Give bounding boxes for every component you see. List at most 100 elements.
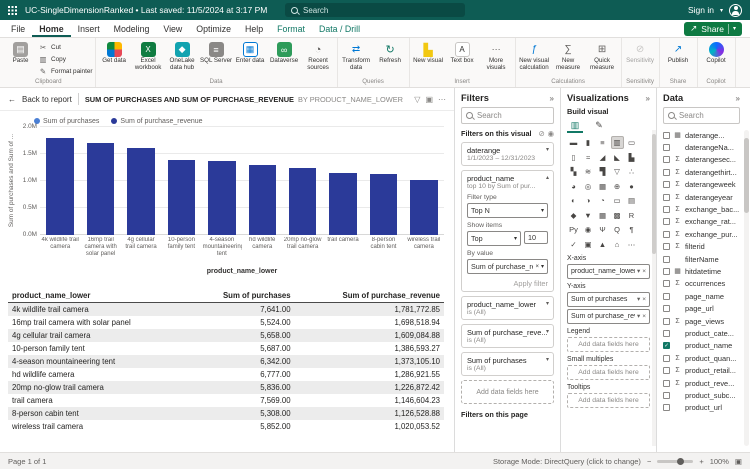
eye-icon[interactable]: ◉ <box>548 129 554 138</box>
matrix-icon[interactable]: ▩ <box>611 209 624 222</box>
ribbon-button-cut[interactable]: ✂ Cut <box>38 42 93 52</box>
column-header[interactable]: Sum of purchase_revenue <box>294 289 444 303</box>
field-item-exchange-rat[interactable]: Σexchange_rat... <box>663 216 740 228</box>
multi-row-card-icon[interactable]: ▤ <box>625 194 638 207</box>
field-checkbox[interactable] <box>663 367 670 375</box>
menu-tab-data-drill[interactable]: Data / Drill <box>312 20 367 37</box>
small-multiples-drop-zone[interactable]: Add data fields here <box>567 364 650 380</box>
field-checkbox[interactable] <box>663 181 670 189</box>
menu-tab-modeling[interactable]: Modeling <box>107 20 157 37</box>
y-axis-field-pill[interactable]: Sum of purchase_reve... ▾ × <box>567 308 650 324</box>
field-item-daterangethirt[interactable]: Σdaterangethirt... <box>663 166 740 178</box>
bar[interactable] <box>410 179 438 235</box>
field-item-filterid[interactable]: Σfilterid <box>663 241 740 253</box>
ribbon-button-text-box[interactable]: A Text box <box>446 40 479 65</box>
area-chart-icon[interactable]: ◢ <box>596 151 609 164</box>
close-icon[interactable]: × <box>642 268 646 275</box>
field-checkbox[interactable]: ✓ <box>663 342 670 350</box>
close-icon[interactable]: × <box>535 264 539 270</box>
field-checkbox[interactable] <box>663 329 670 337</box>
column-chart-visual[interactable]: Sum of purchases Sum of purchase_revenue … <box>0 111 454 287</box>
field-checkbox[interactable] <box>663 168 670 176</box>
collapse-filters-icon[interactable]: » <box>550 94 554 103</box>
power-apps-icon[interactable]: ⌂ <box>611 238 624 251</box>
zoom-in-icon[interactable]: + <box>699 457 703 466</box>
account-avatar-icon[interactable] <box>729 3 742 17</box>
table-row[interactable]: 4g cellular trail camera 5,658.00 1,609,08… <box>8 329 444 342</box>
x-axis-field-pill[interactable]: product_name_lower ▾ × <box>567 263 650 279</box>
field-item-occurrences[interactable]: Σoccurrences <box>663 278 740 290</box>
r-script-visual-icon[interactable]: R <box>625 209 638 222</box>
field-checkbox[interactable] <box>663 305 670 313</box>
stacked-column-chart-icon[interactable]: ▮ <box>582 136 595 149</box>
metrics-icon[interactable]: ✓ <box>567 238 580 251</box>
qa-visual-icon[interactable]: Q <box>611 223 624 236</box>
ribbon-button-publish[interactable]: ↗ Publish <box>662 40 695 65</box>
table-row[interactable]: hd wildlife camera 6,777.00 1,286,921.55 <box>8 368 444 381</box>
ribbon-button-excel-workbook[interactable]: X Excel workbook <box>132 40 165 72</box>
by-value-field-pill[interactable]: Sum of purchase_reve... × ▾ <box>467 259 548 274</box>
clustered-bar-chart-icon[interactable]: ≡ <box>596 136 609 149</box>
field-checkbox[interactable] <box>663 218 670 226</box>
field-item-hitdatetime[interactable]: ▦ hitdatetime <box>663 265 740 277</box>
field-checkbox[interactable] <box>663 280 670 288</box>
table-row[interactable]: 10-person family tent 5,687.00 1,386,593.2… <box>8 342 444 355</box>
field-checkbox[interactable] <box>663 243 670 251</box>
chevron-down-icon[interactable]: ▾ <box>546 328 549 335</box>
back-to-report-link[interactable]: Back to report <box>22 95 72 104</box>
field-item-page-views[interactable]: Σpage_views <box>663 315 740 327</box>
table-row[interactable]: wireless trail camera 5,852.00 1,020,053.5… <box>8 420 444 433</box>
more-options-icon[interactable]: ⋯ <box>438 95 446 104</box>
field-checkbox[interactable] <box>663 156 670 164</box>
legend-drop-zone[interactable]: Add data fields here <box>567 336 650 352</box>
paginated-report-icon[interactable]: ▣ <box>582 238 595 251</box>
card-icon[interactable]: ▭ <box>611 194 624 207</box>
field-checkbox[interactable] <box>663 391 670 399</box>
bar[interactable] <box>288 168 317 235</box>
kpi-icon[interactable]: ◆ <box>567 209 580 222</box>
field-checkbox[interactable] <box>663 379 670 387</box>
get-more-visuals-icon[interactable]: ⋯ <box>625 238 638 251</box>
ribbon-button-onelake-data-hub[interactable]: ◆ OneLake data hub <box>166 40 199 72</box>
ribbon-button-format-painter[interactable]: ✎ Format painter <box>38 66 93 76</box>
ribbon-button-refresh[interactable]: ↻ Refresh <box>374 40 407 65</box>
ribbon-button-new-visual[interactable]: ▙ New visual <box>412 40 445 65</box>
ribbon-button-sql-server[interactable]: ≡ SQL Server <box>200 40 233 65</box>
show-items-mode-dropdown[interactable]: Top ▾ <box>467 231 521 246</box>
zoom-slider[interactable] <box>657 457 694 465</box>
field-item-product-name[interactable]: ✓ product_name <box>663 340 740 352</box>
sign-in-link[interactable]: Sign in <box>688 5 714 15</box>
shape-map-icon[interactable]: ◐ <box>567 194 580 207</box>
treemap-icon[interactable]: ▦ <box>596 180 609 193</box>
100-stacked-column-chart-icon[interactable]: ▯ <box>567 151 580 164</box>
field-item-product-subc[interactable]: product_subc... <box>663 389 740 401</box>
field-checkbox[interactable] <box>663 354 670 362</box>
table-row[interactable]: 4k wildlife trail camera 7,641.00 1,781,77… <box>8 302 444 316</box>
field-item-page-name[interactable]: page_name <box>663 290 740 302</box>
ribbon-button-copilot[interactable]: Copilot <box>700 40 733 65</box>
clustered-column-chart-icon[interactable]: ▥ <box>610 136 624 149</box>
field-item-exchange-bac[interactable]: Σexchange_bac... <box>663 203 740 215</box>
menu-tab-view[interactable]: View <box>156 20 189 37</box>
filter-type-dropdown[interactable]: Top N ▾ <box>467 203 548 218</box>
field-item-product-cate[interactable]: product_cate... <box>663 327 740 339</box>
build-visual-tab[interactable]: ▥ <box>567 118 583 133</box>
table-icon[interactable]: ▦ <box>596 209 609 222</box>
menu-tab-format[interactable]: Format <box>270 20 312 37</box>
field-checkbox[interactable] <box>663 230 670 238</box>
table-row[interactable]: 8-person cabin tent 5,308.00 1,126,528.88 <box>8 407 444 420</box>
ribbon-button-quick-measure[interactable]: ⊞ Quick measure <box>586 40 619 72</box>
line-and-stacked-column-chart-icon[interactable]: ▙ <box>625 151 638 164</box>
bar[interactable] <box>208 160 236 235</box>
ribbon-chart-icon[interactable]: ≋ <box>582 165 595 178</box>
field-item-product-quan[interactable]: Σproduct_quan... <box>663 352 740 364</box>
filter-card-sum-of-purchase-revenue[interactable]: Sum of purchase_reve... is (All) ▾ <box>461 324 554 348</box>
column-header[interactable]: Sum of purchases <box>187 289 295 303</box>
plot-area[interactable] <box>40 126 444 235</box>
field-item-daterangena[interactable]: daterangeNa... <box>663 141 740 153</box>
share-button[interactable]: ↗ Share ▾ <box>684 21 742 36</box>
close-icon[interactable]: × <box>642 296 646 303</box>
field-checkbox[interactable] <box>663 255 670 263</box>
field-item-filtername[interactable]: filterName <box>663 253 740 265</box>
ribbon-button-recent-sources[interactable]: ◔ Recent sources <box>302 40 335 72</box>
